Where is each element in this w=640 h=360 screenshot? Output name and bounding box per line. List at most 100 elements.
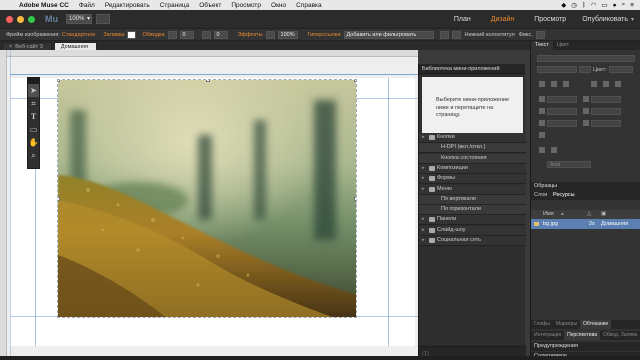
opacity-field[interactable]: 100%	[277, 30, 298, 39]
resize-handle[interactable]	[206, 80, 210, 82]
hyperlink-field[interactable]: Добавить или фильтровать	[343, 30, 434, 39]
footer-checkbox-label[interactable]: Нижний колонтитул	[461, 32, 515, 38]
indent-field[interactable]	[547, 108, 577, 115]
fixed-label[interactable]: Фикс.	[515, 32, 533, 38]
tab-anchors[interactable]: Маркеры	[553, 320, 580, 329]
minimize-window-button[interactable]	[17, 15, 24, 23]
disclosure-arrow-icon[interactable]: ▸	[422, 215, 425, 224]
menu-app-name[interactable]: Adobe Muse CC	[14, 2, 74, 9]
resize-handle[interactable]	[58, 197, 60, 201]
tab-assets[interactable]: Ресурсы	[553, 192, 575, 198]
moss-background-image[interactable]	[57, 79, 357, 318]
space-after-field[interactable]	[591, 120, 621, 127]
menu-help[interactable]: Справка	[291, 2, 327, 9]
tab-home[interactable]: Домашняя	[53, 42, 97, 50]
swatches-panel-header[interactable]: Образцы	[531, 182, 640, 191]
fill-swatch[interactable]	[127, 30, 137, 39]
library-category-row[interactable]: ▸ Слайд-шоу	[419, 225, 526, 236]
spacing-field[interactable]	[591, 108, 621, 115]
align-right-icon[interactable]	[615, 81, 621, 87]
bullets-icon[interactable]	[539, 132, 545, 138]
library-category-row[interactable]: ▸ Панели	[419, 215, 526, 226]
effects-label[interactable]: Эффекты	[228, 32, 263, 38]
frame-value[interactable]: Стандартное	[60, 32, 95, 38]
sort-icon[interactable]: ▴	[561, 210, 564, 219]
library-category-row[interactable]: ▸ Композиции	[419, 163, 526, 174]
publish-button[interactable]: Опубликовать	[576, 16, 631, 23]
tab-layers[interactable]: Слои	[534, 192, 547, 198]
menu-page[interactable]: Страница	[155, 2, 194, 9]
menu-object[interactable]: Объект	[194, 2, 226, 9]
notification-icon[interactable]: ≡	[630, 2, 634, 9]
tab-perspective[interactable]: Перспектива	[564, 331, 600, 340]
align-left-icon[interactable]	[591, 81, 597, 87]
menu-view[interactable]: Просмотр	[226, 2, 266, 9]
library-category-row[interactable]: ▸ Формы	[419, 174, 526, 185]
text-color-swatch[interactable]	[609, 66, 633, 73]
underline-icon[interactable]	[563, 81, 569, 87]
wrap-icon[interactable]	[451, 30, 461, 39]
font-preview-field[interactable]: Arial	[547, 161, 591, 168]
mode-plan[interactable]: План	[444, 16, 481, 23]
stroke-swatch[interactable]	[167, 30, 177, 39]
user-icon[interactable]: ●	[613, 2, 617, 9]
menu-file[interactable]: Файл	[74, 2, 100, 9]
publish-dropdown-icon[interactable]: ▾	[631, 16, 634, 23]
font-options-button[interactable]	[579, 66, 591, 73]
tab-stroke-fill[interactable]: Обвод. Заливк.	[600, 331, 640, 340]
tab-site[interactable]: × Веб-сайт 3	[2, 42, 52, 50]
text-tool-icon[interactable]: T	[28, 110, 39, 123]
rectangle-tool-icon[interactable]: ▭	[28, 123, 39, 136]
disclosure-arrow-icon[interactable]: ▸	[422, 164, 425, 173]
view-options-button[interactable]	[96, 14, 110, 24]
zoom-select[interactable]: 100%	[66, 14, 92, 24]
ruler-vertical[interactable]	[0, 50, 7, 356]
menu-window[interactable]: Окно	[266, 2, 291, 9]
text-style-select[interactable]	[537, 55, 635, 62]
dropbox-icon[interactable]: ◆	[561, 1, 566, 9]
hand-tool-icon[interactable]: ✋	[28, 136, 39, 149]
zoom-window-button[interactable]	[28, 15, 35, 23]
corner-radius-field[interactable]: 0	[213, 30, 228, 39]
hyperlinks-label[interactable]: Гиперссылки	[298, 32, 341, 38]
leading-field[interactable]	[591, 96, 621, 103]
tab-wrap[interactable]: Обтекание	[580, 320, 612, 329]
bold-icon[interactable]	[539, 81, 545, 87]
warnings-panel-header[interactable]: Предупреждения	[531, 342, 640, 351]
tracking-field[interactable]	[547, 96, 577, 103]
col-name[interactable]: Имя	[543, 210, 554, 219]
disclosure-arrow-icon[interactable]: ▸	[422, 236, 425, 245]
stroke-width-field[interactable]: 0	[179, 30, 194, 39]
close-window-button[interactable]	[6, 15, 13, 23]
tab-glyphs[interactable]: Глифы	[531, 320, 553, 329]
space-before-field[interactable]	[547, 120, 577, 127]
align-center-icon[interactable]	[603, 81, 609, 87]
crop-tool-icon[interactable]: ⌗	[28, 97, 39, 110]
italic-icon[interactable]	[551, 81, 557, 87]
mode-preview[interactable]: Просмотр	[524, 16, 576, 23]
library-widget-row[interactable]: По вертикали	[419, 194, 526, 205]
corner-icon[interactable]	[201, 30, 211, 39]
clock-icon[interactable]: ◷	[571, 1, 577, 9]
font-family-select[interactable]	[537, 66, 577, 73]
zoom-tool-icon[interactable]: ⌕	[28, 149, 39, 162]
link-options-icon[interactable]	[439, 30, 449, 39]
text-shadow-icon[interactable]	[539, 147, 545, 153]
disclosure-arrow-icon[interactable]: ▸	[422, 174, 425, 183]
tab-integration[interactable]: Интеграция	[531, 331, 564, 340]
library-category-row[interactable]: ▸ Меню	[419, 184, 526, 195]
tab-color[interactable]: Цвет	[553, 41, 573, 50]
mode-design[interactable]: Дизайн	[481, 16, 525, 23]
wifi-icon[interactable]: ◠	[591, 1, 597, 9]
disclosure-arrow-icon[interactable]: ▸	[422, 226, 425, 235]
pin-icon[interactable]	[535, 30, 545, 39]
resize-handle[interactable]	[354, 80, 356, 82]
text-glow-icon[interactable]	[551, 147, 557, 153]
library-widget-row[interactable]: Кнопка состояния	[419, 153, 526, 164]
library-widget-row[interactable]: По горизонтали	[419, 205, 526, 216]
library-category-row[interactable]: ▸ Социальная сеть	[419, 236, 526, 246]
selection-tool-icon[interactable]: ➤	[28, 84, 39, 97]
disclosure-arrow-icon[interactable]: ▸	[422, 185, 425, 194]
disclosure-arrow-icon[interactable]: ▸	[422, 133, 425, 142]
spotlight-icon[interactable]: ⌕	[622, 1, 626, 9]
